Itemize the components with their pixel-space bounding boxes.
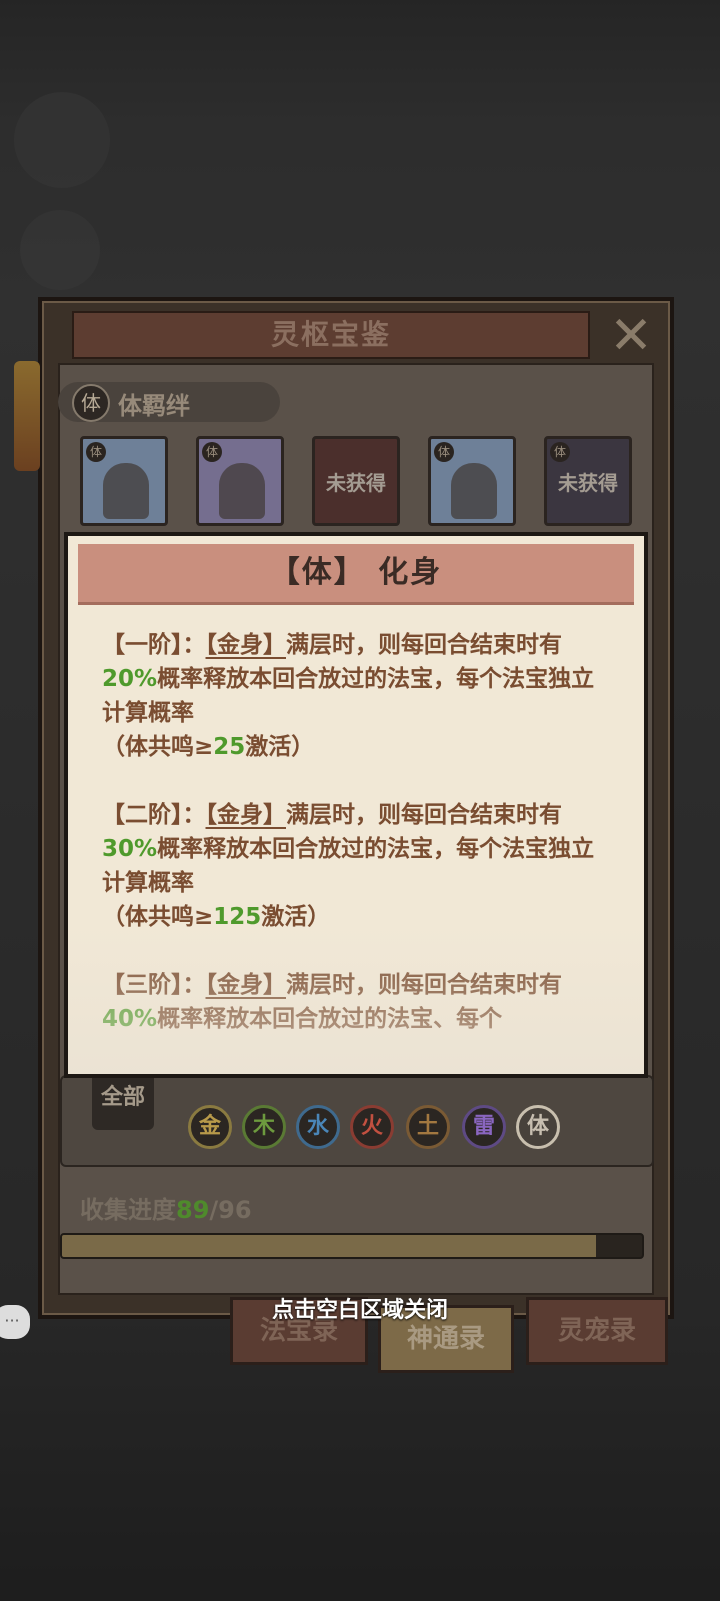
- tier-1: 【一阶】：【金身】满层时，则每回合结束时有 20%概率释放本回合放过的法宝，每个法…: [102, 628, 614, 764]
- tier-text: 满层时，则每回合结束时有: [286, 632, 562, 658]
- tier-text: 概率释放本回合放过的法宝，每个法宝独立计算概率: [102, 666, 595, 726]
- locked-label: 未获得: [326, 470, 386, 495]
- filter-thunder-button[interactable]: 雷: [462, 1105, 506, 1149]
- chat-bubble-icon[interactable]: ···: [0, 1305, 30, 1339]
- character-silhouette: [219, 463, 265, 519]
- tier-2: 【二阶】：【金身】满层时，则每回合结束时有 30%概率释放本回合放过的法宝，每个法…: [102, 798, 614, 934]
- character-silhouette: [103, 463, 149, 519]
- progress-fill: [62, 1235, 596, 1257]
- tier-activation: （体共鸣≥: [102, 904, 214, 930]
- character-silhouette: [451, 463, 497, 519]
- card-tag: 体: [434, 442, 454, 462]
- tier-item-link[interactable]: 【金身】: [206, 972, 287, 998]
- filter-metal-button[interactable]: 金: [188, 1105, 232, 1149]
- bond-card-2[interactable]: 体: [196, 436, 284, 526]
- close-button[interactable]: ✕: [602, 307, 660, 365]
- progress-title: 收集进度: [80, 1196, 176, 1224]
- tier-activation: 激活）: [261, 904, 331, 930]
- progress-current: 89: [176, 1196, 210, 1224]
- bond-label: 体羁绊: [118, 392, 190, 420]
- tier-3: 【三阶】：【金身】满层时，则每回合结束时有 40%概率释放本回合放过的法宝、每个: [102, 968, 614, 1034]
- collection-progress-bar: [60, 1233, 644, 1259]
- tier-text: 概率释放本回合放过的法宝、每个: [157, 1006, 503, 1032]
- skill-tooltip: 【体】 化身 【一阶】：【金身】满层时，则每回合结束时有20%概率释放本回合放过…: [64, 532, 648, 1078]
- tier-activation-value: 125: [213, 904, 262, 930]
- tier-text: 满层时，则每回合结束时有: [286, 802, 562, 828]
- bond-card-3[interactable]: 未获得: [312, 436, 400, 526]
- tier-percent: 30%: [102, 836, 158, 862]
- filter-fire-button[interactable]: 火: [350, 1105, 394, 1149]
- tier-percent: 40%: [102, 1006, 158, 1032]
- tier-prefix: 【三阶】：: [102, 972, 206, 998]
- tooltip-body: 【一阶】：【金身】满层时，则每回合结束时有20%概率释放本回合放过的法宝，每个法…: [102, 628, 614, 1034]
- tassel-ornament: [14, 361, 40, 471]
- tier-text: 概率释放本回合放过的法宝，每个法宝独立计算概率: [102, 836, 595, 896]
- panel-title: 灵枢宝鉴: [72, 311, 590, 359]
- bond-card-4[interactable]: 体: [428, 436, 516, 526]
- tier-item-link[interactable]: 【金身】: [206, 632, 287, 658]
- filter-body-button[interactable]: 体: [516, 1105, 560, 1149]
- tap-to-close-hint[interactable]: 点击空白区域关闭: [0, 1292, 720, 1324]
- bond-badge: 体: [72, 384, 110, 422]
- collection-progress-label: 收集进度89/96: [80, 1190, 252, 1225]
- tier-item-link[interactable]: 【金身】: [206, 802, 287, 828]
- locked-label: 未获得: [558, 470, 618, 495]
- progress-total: /96: [209, 1196, 252, 1224]
- tier-prefix: 【一阶】：: [102, 632, 206, 658]
- bond-card-1[interactable]: 体: [80, 436, 168, 526]
- card-tag: 体: [86, 442, 106, 462]
- filter-water-button[interactable]: 水: [296, 1105, 340, 1149]
- tier-text: 满层时，则每回合结束时有: [286, 972, 562, 998]
- filter-wood-button[interactable]: 木: [242, 1105, 286, 1149]
- tier-prefix: 【二阶】：: [102, 802, 206, 828]
- tier-activation-value: 25: [213, 734, 246, 760]
- card-tag: 体: [202, 442, 222, 462]
- bond-card-5[interactable]: 体 未获得: [544, 436, 632, 526]
- tier-activation: （体共鸣≥: [102, 734, 214, 760]
- tooltip-title: 【体】 化身: [78, 544, 634, 605]
- tier-percent: 20%: [102, 666, 158, 692]
- tier-activation: 激活）: [245, 734, 315, 760]
- filter-earth-button[interactable]: 土: [406, 1105, 450, 1149]
- filter-all-button[interactable]: 全部: [92, 1070, 154, 1130]
